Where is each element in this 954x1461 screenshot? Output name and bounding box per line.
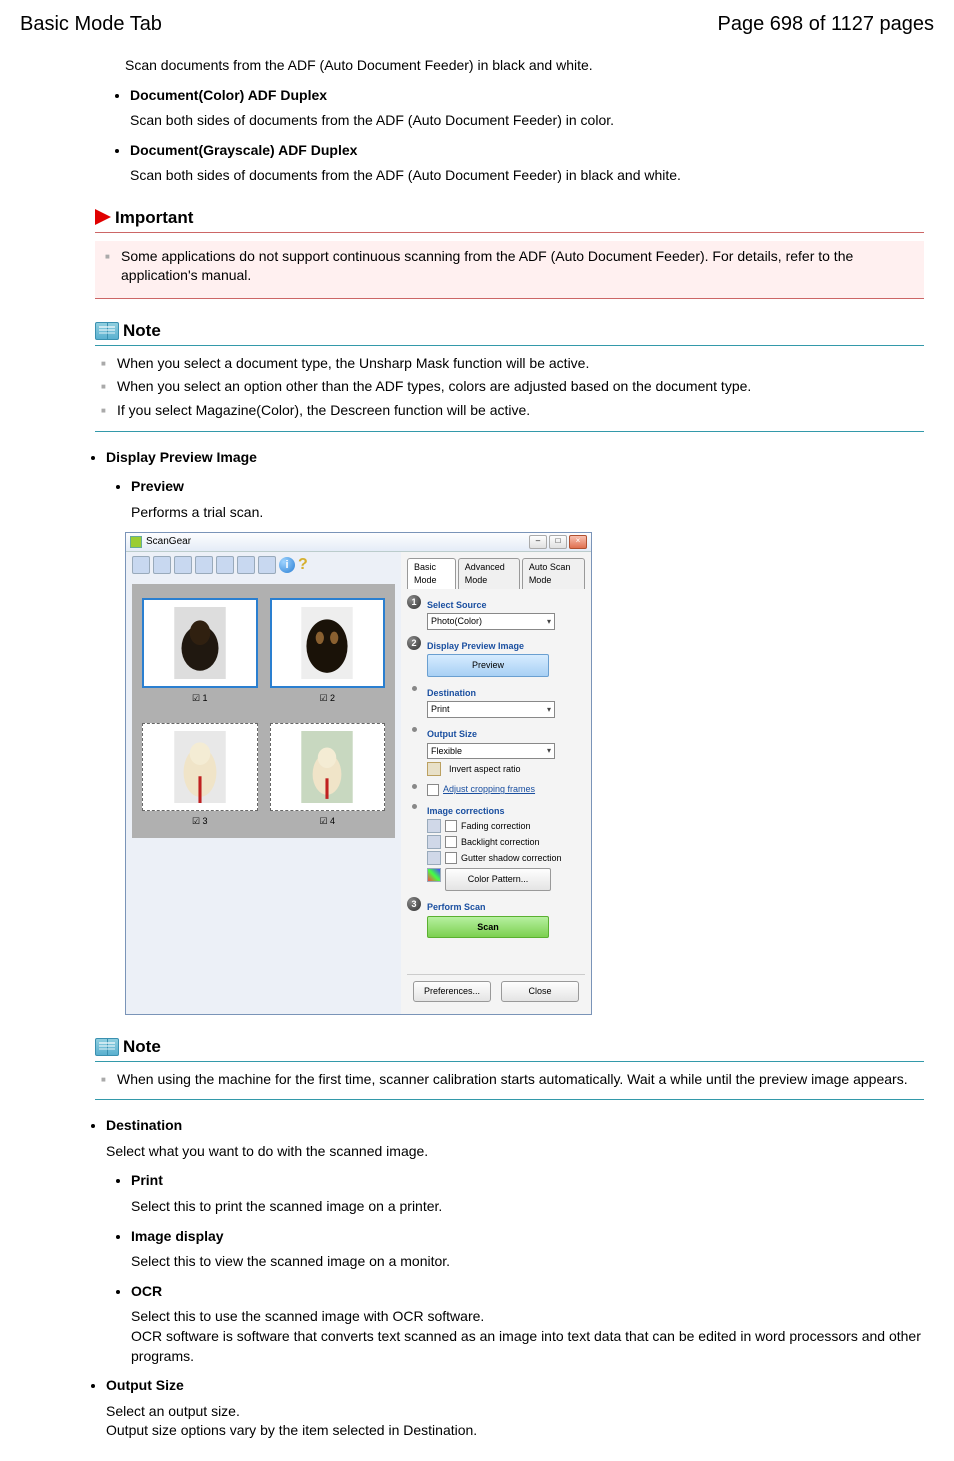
toolbar-icon[interactable] [258, 556, 276, 574]
toolbar-icon[interactable] [216, 556, 234, 574]
option-desc: Select this to print the scanned image o… [131, 1197, 924, 1217]
intro-line: Scan documents from the ADF (Auto Docume… [125, 56, 924, 76]
tab-basic-mode[interactable]: Basic Mode [407, 558, 456, 588]
option-desc: Select this to view the scanned image on… [131, 1252, 924, 1272]
output-size-select[interactable]: Flexible▾ [427, 743, 555, 760]
scan-icon [130, 536, 142, 548]
close-icon[interactable]: × [569, 535, 587, 549]
fading-label: Fading correction [461, 820, 531, 833]
toolbar-icon[interactable] [174, 556, 192, 574]
destination-select[interactable]: Print▾ [427, 701, 555, 718]
fading-icon [427, 819, 441, 833]
window-title: ScanGear [146, 535, 191, 549]
preview-label: Preview [131, 478, 184, 494]
note-heading: Note [123, 1035, 161, 1059]
option-desc: Select this to use the scanned image wit… [131, 1307, 924, 1366]
checkbox-icon[interactable]: ☑ [192, 816, 200, 826]
adjust-cropping-link[interactable]: Adjust cropping frames [443, 783, 535, 796]
bullet-icon [412, 727, 417, 732]
important-item: Some applications do not support continu… [121, 247, 920, 286]
bullet-icon [412, 784, 417, 789]
checkbox[interactable] [445, 836, 457, 848]
minimize-icon[interactable]: – [529, 535, 547, 549]
note-heading: Note [123, 319, 161, 343]
option-label: Image display [131, 1228, 224, 1244]
page-title: Basic Mode Tab [20, 10, 162, 38]
toolbar-icon[interactable] [237, 556, 255, 574]
checkbox[interactable] [445, 852, 457, 864]
item-desc: Scan both sides of documents from the AD… [130, 166, 924, 186]
section-heading: Display Preview Image [106, 449, 257, 465]
close-button[interactable]: Close [501, 981, 579, 1002]
tab-advanced-mode[interactable]: Advanced Mode [458, 558, 520, 588]
backlight-label: Backlight correction [461, 836, 540, 849]
toolbar-icon[interactable] [153, 556, 171, 574]
scangear-window: ScanGear – □ × i ? [125, 532, 592, 1015]
tab-auto-scan-mode[interactable]: Auto Scan Mode [522, 558, 585, 588]
option-label: OCR [131, 1283, 162, 1299]
important-flag-icon [95, 209, 111, 225]
invert-aspect-label: Invert aspect ratio [449, 763, 521, 776]
option-label: Print [131, 1172, 163, 1188]
perform-scan-label: Perform Scan [427, 901, 585, 914]
source-select[interactable]: Photo(Color)▾ [427, 613, 555, 630]
checkbox[interactable] [427, 784, 439, 796]
preferences-button[interactable]: Preferences... [413, 981, 491, 1002]
checkbox-icon[interactable]: ☑ [192, 693, 200, 703]
info-icon[interactable]: i [279, 557, 295, 573]
important-heading: Important [115, 206, 193, 230]
maximize-icon[interactable]: □ [549, 535, 567, 549]
preview-area: ☑ 1 ☑ 2 ☑ 3 [132, 584, 395, 837]
thumbnail[interactable] [142, 598, 258, 688]
page-indicator: Page 698 of 1127 pages [718, 10, 934, 38]
destination-label: Destination [427, 687, 585, 700]
item-title: Document(Grayscale) ADF Duplex [130, 142, 357, 158]
thumbnail[interactable] [142, 723, 258, 811]
toolbar-icon[interactable] [132, 556, 150, 574]
section-desc: Select what you want to do with the scan… [106, 1142, 924, 1162]
step-number: 2 [407, 636, 421, 650]
note-item: When you select an option other than the… [117, 377, 924, 397]
checkbox-icon[interactable]: ☑ [319, 816, 327, 826]
note-book-icon [95, 1038, 119, 1056]
chevron-down-icon: ▾ [547, 616, 551, 627]
note-book-icon [95, 322, 119, 340]
chevron-down-icon: ▾ [547, 704, 551, 715]
color-pattern-button[interactable]: Color Pattern... [445, 868, 551, 891]
backlight-icon [427, 835, 441, 849]
checkbox[interactable] [445, 820, 457, 832]
note-item: When using the machine for the first tim… [117, 1070, 924, 1090]
gutter-label: Gutter shadow correction [461, 852, 562, 865]
preview-desc: Performs a trial scan. [131, 503, 924, 523]
section-heading: Output Size [106, 1377, 184, 1393]
help-icon[interactable]: ? [298, 558, 312, 572]
lock-icon[interactable] [427, 762, 441, 776]
thumbnail[interactable] [270, 598, 386, 688]
bullet-icon [412, 804, 417, 809]
source-label: Select Source [427, 599, 585, 612]
item-title: Document(Color) ADF Duplex [130, 87, 327, 103]
checkbox-icon[interactable]: ☑ [319, 693, 327, 703]
bullet-icon [412, 686, 417, 691]
chevron-down-icon: ▾ [547, 745, 551, 756]
step-number: 1 [407, 595, 421, 609]
thumbnail[interactable] [270, 723, 386, 811]
scan-button[interactable]: Scan [427, 916, 549, 939]
corrections-label: Image corrections [427, 805, 585, 818]
item-desc: Scan both sides of documents from the AD… [130, 111, 924, 131]
step-number: 3 [407, 897, 421, 911]
section-heading: Destination [106, 1117, 182, 1133]
toolbar-icon[interactable] [195, 556, 213, 574]
note-item: If you select Magazine(Color), the Descr… [117, 401, 924, 421]
output-size-label: Output Size [427, 728, 585, 741]
gutter-icon [427, 851, 441, 865]
preview-section-label: Display Preview Image [427, 640, 585, 653]
section-desc: Select an output size. Output size optio… [106, 1402, 924, 1441]
preview-button[interactable]: Preview [427, 654, 549, 677]
note-item: When you select a document type, the Uns… [117, 354, 924, 374]
color-pattern-icon [427, 868, 441, 882]
